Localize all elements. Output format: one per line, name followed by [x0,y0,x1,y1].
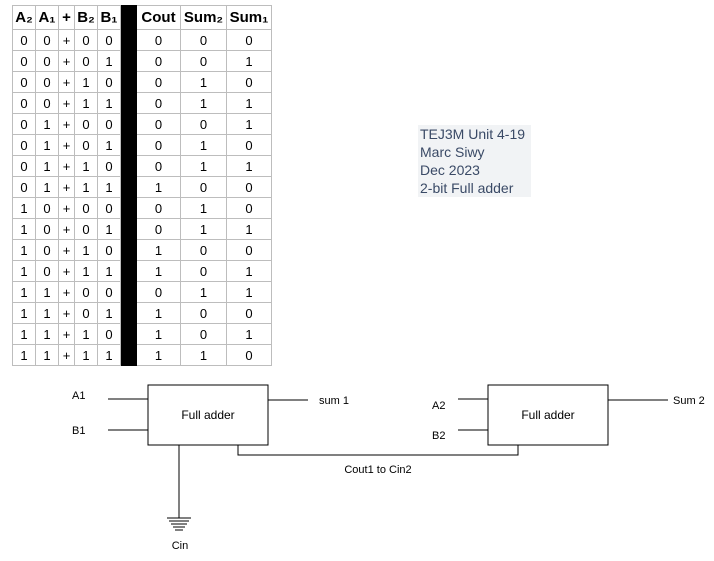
adder-circuit: Full adder A1 B1 sum 1 Cout1 to Cin2 Cin… [72,384,705,552]
a1-label: A1 [72,390,85,402]
sum1-label: sum 1 [319,395,349,407]
cin-label: Cin [172,540,189,552]
full-adder-2-label: Full adder [521,408,574,422]
b1-label: B1 [72,425,85,437]
sum2-label: Sum 2 [673,395,705,407]
full-adder-1-label: Full adder [181,408,234,422]
a2-label: A2 [432,400,445,412]
carry-link-label: Cout1 to Cin2 [344,464,411,476]
carry-link-wire [237,445,519,456]
b2-label: B2 [432,430,445,442]
ground-icon [167,517,191,531]
